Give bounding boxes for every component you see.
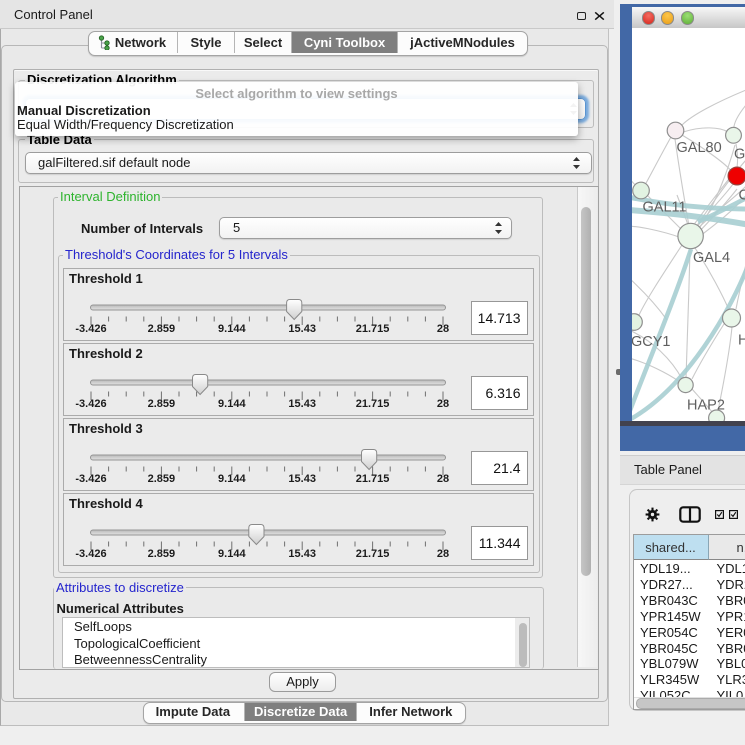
svg-text:GAL4: GAL4 bbox=[693, 250, 730, 266]
svg-text:GAL80: GAL80 bbox=[676, 140, 721, 156]
svg-text:H: H bbox=[738, 333, 745, 349]
svg-text:C.: C. bbox=[738, 188, 745, 204]
svg-text:HAP2: HAP2 bbox=[687, 398, 725, 414]
svg-text:GCY1: GCY1 bbox=[632, 334, 671, 350]
svg-text:GAL11: GAL11 bbox=[642, 200, 686, 216]
svg-text:GA.: GA. bbox=[734, 147, 745, 163]
